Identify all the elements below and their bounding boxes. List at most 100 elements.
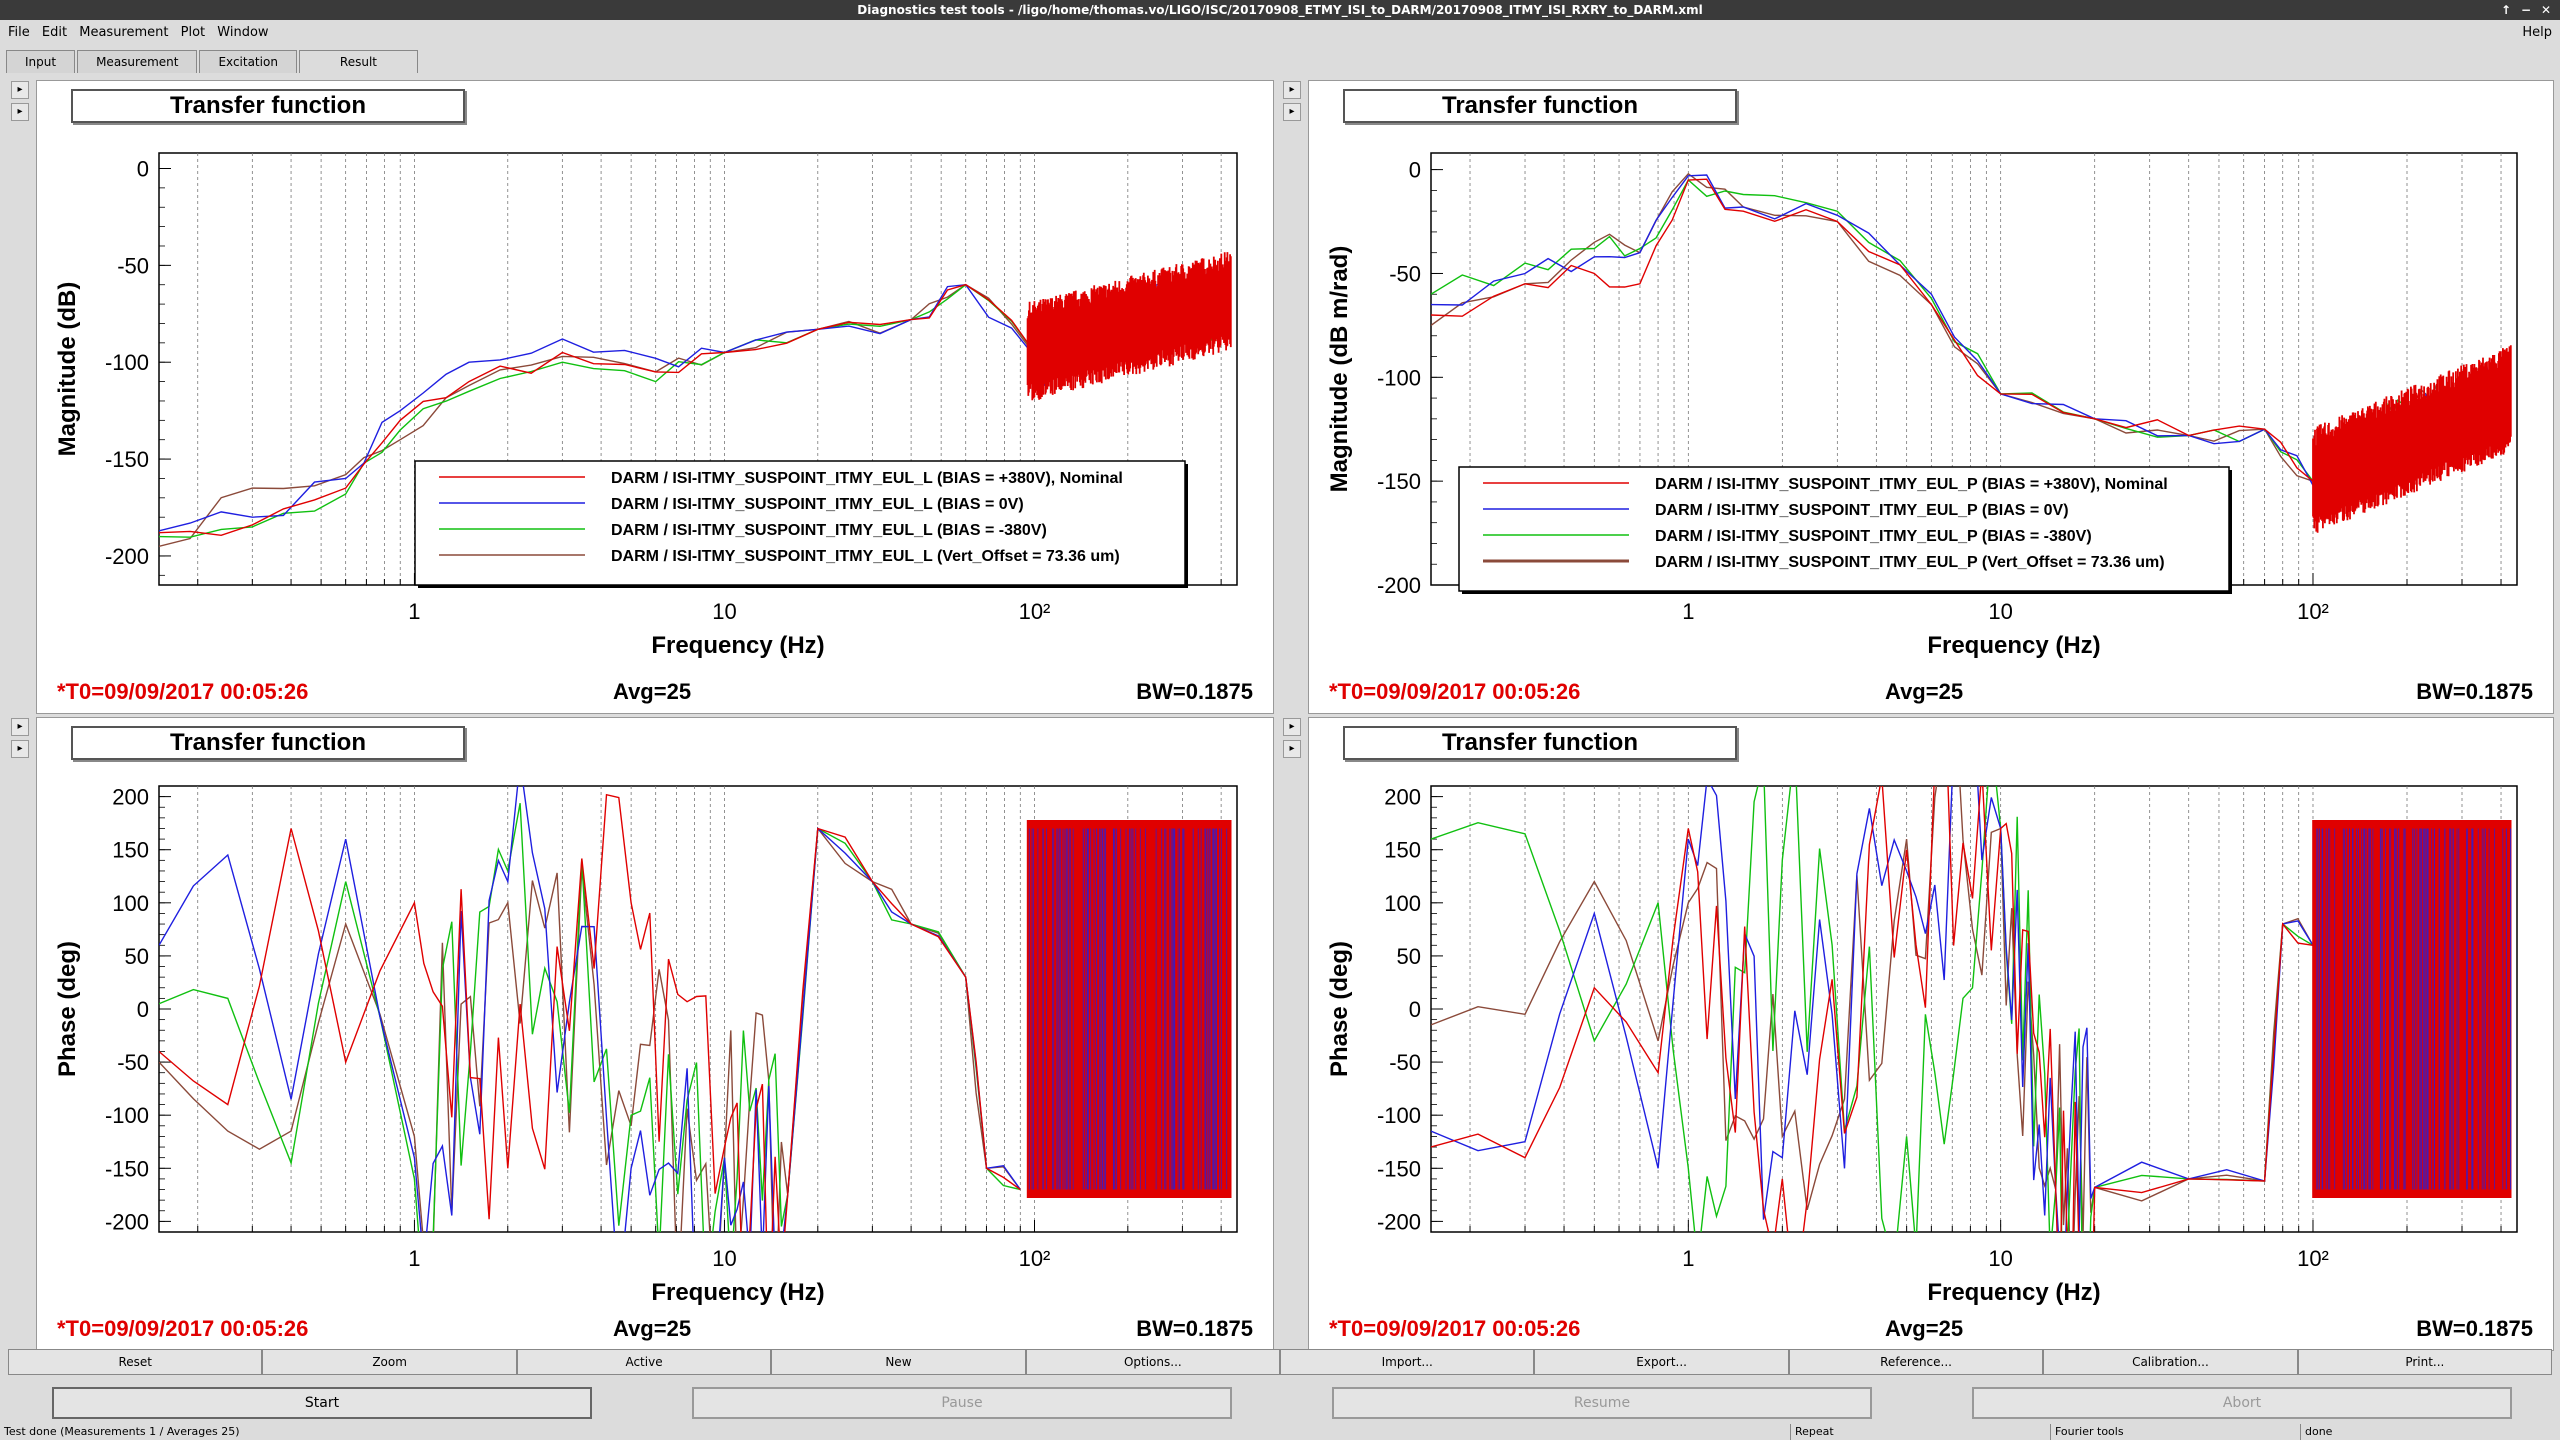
panel-collapse-arrow[interactable]: ▸ xyxy=(11,81,29,99)
menu-edit[interactable]: Edit xyxy=(42,20,67,46)
x-tick-label: 10 xyxy=(712,599,736,624)
y-tick-label: -200 xyxy=(105,544,149,569)
active-button[interactable]: Active xyxy=(516,1349,772,1375)
y-tick-label: 150 xyxy=(112,838,149,863)
y-tick-label: 100 xyxy=(112,891,149,916)
zoom-button[interactable]: Zoom xyxy=(262,1349,517,1375)
resume-button[interactable]: Resume xyxy=(1332,1387,1872,1419)
y-tick-label: -200 xyxy=(1377,573,1421,598)
phase-plot-p[interactable]: 200 150 100 50 0 -50 -100 -150 -200 1 10 10² Frequen… xyxy=(1309,762,2553,1342)
x-axis-label: Frequency (Hz) xyxy=(651,632,824,659)
panel-options-arrow[interactable]: ▸ xyxy=(11,740,29,758)
tab-input[interactable]: Input xyxy=(6,50,76,73)
y-tick-label: -50 xyxy=(117,253,149,278)
t0-label: *T0=09/09/2017 00:05:26 xyxy=(57,1316,309,1341)
tab-excitation[interactable]: Excitation xyxy=(199,50,297,73)
plot-panel-bottom-left: ▸ ▸ Transfer function 200 150 100 50 0 -50 -10… xyxy=(11,717,1274,1351)
phase-plot-l[interactable]: 200 150 100 50 0 -50 -100 -150 -200 1 10 10² Frequen… xyxy=(37,762,1273,1342)
panel-options-arrow[interactable]: ▸ xyxy=(1283,740,1301,758)
menu-help[interactable]: Help xyxy=(2522,20,2552,46)
plot-title: Transfer function xyxy=(1343,726,1737,760)
legend-entry: DARM / ISI-ITMY_SUSPOINT_ITMY_EUL_P (BIA… xyxy=(1655,476,2168,493)
window-minimize-button[interactable]: − xyxy=(2516,0,2536,20)
window-maximize-button[interactable]: ↑ xyxy=(2496,0,2516,20)
y-tick-label: 50 xyxy=(125,944,149,969)
pause-button[interactable]: Pause xyxy=(692,1387,1232,1419)
legend-entry: DARM / ISI-ITMY_SUSPOINT_ITMY_EUL_P (Ver… xyxy=(1655,554,2165,571)
menu-file[interactable]: File xyxy=(8,20,30,46)
menu-measurement[interactable]: Measurement xyxy=(79,20,168,46)
y-tick-label: 100 xyxy=(1384,891,1421,916)
plot-toolbar: Reset Zoom Active New Options... Import.… xyxy=(8,1349,2553,1375)
print-button[interactable]: Print... xyxy=(2297,1349,2553,1375)
panel-collapse-arrow[interactable]: ▸ xyxy=(1283,718,1301,736)
y-tick-label: 0 xyxy=(137,156,149,181)
y-tick-label: 200 xyxy=(112,785,149,810)
legend-entry: DARM / ISI-ITMY_SUSPOINT_ITMY_EUL_L (BIA… xyxy=(611,522,1047,539)
tab-bar: Input Measurement Excitation Result xyxy=(6,50,420,74)
x-axis-label: Frequency (Hz) xyxy=(1927,1279,2100,1306)
legend-entry: DARM / ISI-ITMY_SUSPOINT_ITMY_EUL_P (BIA… xyxy=(1655,502,2069,519)
x-tick-label: 10 xyxy=(1988,1246,2012,1271)
tab-measurement[interactable]: Measurement xyxy=(77,50,198,73)
status-bar: Test done (Measurements 1 / Averages 25)… xyxy=(0,1424,2560,1440)
x-tick-label: 10² xyxy=(1019,599,1051,624)
window-close-button[interactable]: ✕ xyxy=(2536,0,2556,20)
y-tick-label: 150 xyxy=(1384,838,1421,863)
export-button[interactable]: Export... xyxy=(1534,1349,1789,1375)
plot-panel-bottom-right: ▸ ▸ Transfer function 200 150 100 50 0 -50 -10… xyxy=(1283,717,2554,1351)
y-tick-label: -200 xyxy=(1377,1209,1421,1234)
new-button[interactable]: New xyxy=(771,1349,1026,1375)
x-tick-label: 1 xyxy=(408,1246,420,1271)
legend-entry: DARM / ISI-ITMY_SUSPOINT_ITMY_EUL_L (BIA… xyxy=(611,470,1123,487)
y-tick-label: -200 xyxy=(105,1209,149,1234)
x-tick-label: 10 xyxy=(712,1246,736,1271)
avg-label: Avg=25 xyxy=(613,679,692,704)
y-axis-label: Magnitude (dB m/rad) xyxy=(1326,246,1353,493)
legend-entry: DARM / ISI-ITMY_SUSPOINT_ITMY_EUL_L (Ver… xyxy=(611,548,1120,565)
calibration-button[interactable]: Calibration... xyxy=(2043,1349,2298,1375)
reset-button[interactable]: Reset xyxy=(8,1349,263,1375)
panel-options-arrow[interactable]: ▸ xyxy=(11,103,29,121)
y-tick-label: -50 xyxy=(1389,1050,1421,1075)
x-tick-label: 10² xyxy=(2297,599,2329,624)
window-titlebar: Diagnostics test tools - /ligo/home/thom… xyxy=(0,0,2560,20)
tab-result[interactable]: Result xyxy=(298,50,418,73)
y-tick-label: -150 xyxy=(105,1156,149,1181)
y-tick-label: -150 xyxy=(1377,469,1421,494)
import-button[interactable]: Import... xyxy=(1280,1349,1535,1375)
x-axis-label: Frequency (Hz) xyxy=(1927,632,2100,659)
bw-label: BW=0.1875 xyxy=(2416,1316,2533,1341)
y-tick-label: -100 xyxy=(105,350,149,375)
phase-wrap-band xyxy=(2312,820,2512,1198)
plot-title: Transfer function xyxy=(71,89,465,123)
abort-button[interactable]: Abort xyxy=(1972,1387,2512,1419)
start-button[interactable]: Start xyxy=(52,1387,592,1419)
panel-collapse-arrow[interactable]: ▸ xyxy=(11,718,29,736)
options-button[interactable]: Options... xyxy=(1025,1349,1281,1375)
y-axis-label: Phase (deg) xyxy=(54,941,81,1077)
x-tick-label: 10 xyxy=(1988,599,2012,624)
y-tick-label: 200 xyxy=(1384,785,1421,810)
plot-title: Transfer function xyxy=(1343,89,1737,123)
panel-options-arrow[interactable]: ▸ xyxy=(1283,103,1301,121)
legend-entry: DARM / ISI-ITMY_SUSPOINT_ITMY_EUL_P (BIA… xyxy=(1655,528,2092,545)
magnitude-plot-p[interactable]: 0 -50 -100 -150 -200 1 10 10² Frequency (Hz) Magn… xyxy=(1309,125,2553,705)
plot-panel-top-right: ▸ ▸ Transfer function 0 -50 -100 -150 -200 1 1… xyxy=(1283,80,2554,714)
t0-label: *T0=09/09/2017 00:05:26 xyxy=(1329,679,1581,704)
magnitude-plot-l[interactable]: 0 -50 -100 -150 -200 1 10 10² Frequency (Hz) Magn… xyxy=(37,125,1273,705)
y-tick-label: 0 xyxy=(1409,158,1421,183)
y-tick-label: -50 xyxy=(117,1050,149,1075)
measurement-controls: Start Pause Resume Abort xyxy=(0,1387,2560,1419)
x-tick-label: 1 xyxy=(1682,599,1694,624)
avg-label: Avg=25 xyxy=(1885,679,1964,704)
y-tick-label: 50 xyxy=(1397,944,1421,969)
plot-panel-top-left: ▸ ▸ Transfer function 0 -50 -100 -150 -200 1 1… xyxy=(11,80,1274,714)
x-axis-label: Frequency (Hz) xyxy=(651,1279,824,1306)
y-axis-label: Phase (deg) xyxy=(1326,941,1353,1077)
menu-plot[interactable]: Plot xyxy=(181,20,206,46)
reference-button[interactable]: Reference... xyxy=(1788,1349,2044,1375)
t0-label: *T0=09/09/2017 00:05:26 xyxy=(1329,1316,1581,1341)
panel-collapse-arrow[interactable]: ▸ xyxy=(1283,81,1301,99)
menu-window[interactable]: Window xyxy=(217,20,268,46)
